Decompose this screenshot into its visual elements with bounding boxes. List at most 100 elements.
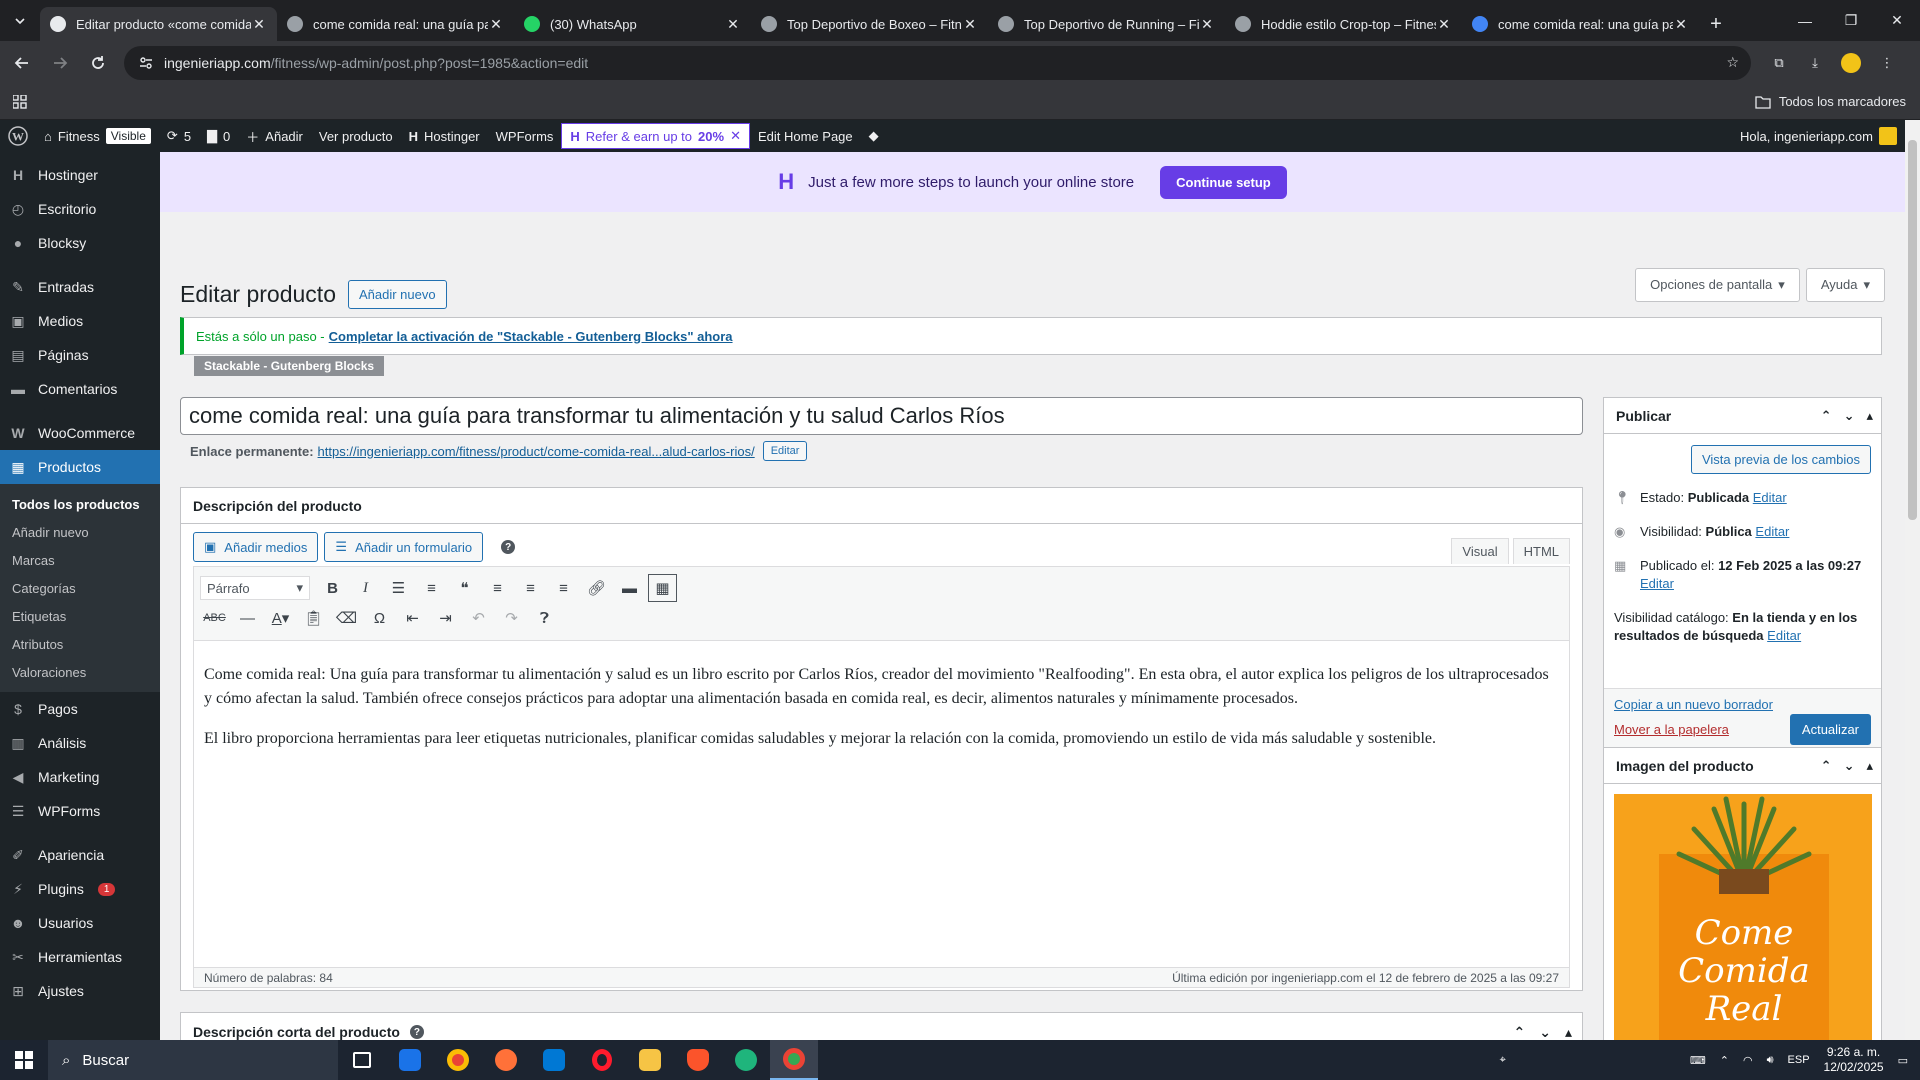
- file-explorer-icon[interactable]: [626, 1040, 674, 1080]
- product-image[interactable]: Come Comida Real: [1614, 794, 1872, 1053]
- link-icon[interactable]: 🔗︎: [582, 574, 611, 602]
- comments-button[interactable]: ▇ 0: [199, 120, 238, 152]
- chevron-up-icon[interactable]: ⌃: [1821, 408, 1832, 424]
- submenu-reviews[interactable]: Valoraciones: [0, 658, 160, 686]
- submenu-all-products[interactable]: Todos los productos: [0, 490, 160, 518]
- format-select[interactable]: Párrafo ▾: [200, 576, 310, 600]
- address-bar[interactable]: ingenieriapp.com/fitness/wp-admin/post.p…: [124, 45, 1751, 80]
- menu-item-wpforms[interactable]: ☰ WPForms: [0, 794, 160, 828]
- hostinger-menu[interactable]: H Hostinger: [401, 120, 488, 152]
- collapse-arrow-icon[interactable]: ▴: [1565, 1024, 1572, 1041]
- add-new-button[interactable]: ＋ Añadir: [238, 120, 311, 152]
- move-to-trash-link[interactable]: Mover a la papelera: [1614, 722, 1729, 737]
- close-icon[interactable]: ✕: [962, 16, 978, 33]
- apps-grid-icon[interactable]: [0, 94, 40, 109]
- edge-app-icon[interactable]: [722, 1040, 770, 1080]
- menu-item-products[interactable]: ▦ Productos: [0, 450, 160, 484]
- chevron-down-icon[interactable]: ⌄: [1844, 408, 1855, 424]
- menu-item-appearance[interactable]: ✐ Apariencia: [0, 838, 160, 872]
- profile-avatar[interactable]: [1833, 47, 1869, 79]
- edit-date-link[interactable]: Editar: [1640, 576, 1674, 591]
- text-color-icon[interactable]: A ▾: [266, 604, 295, 632]
- menu-item-users[interactable]: ☻ Usuarios: [0, 906, 160, 940]
- chevron-down-icon[interactable]: ⌄: [1539, 1024, 1551, 1041]
- numbered-list-icon[interactable]: ≡: [417, 574, 446, 602]
- read-more-icon[interactable]: ▬: [615, 574, 644, 602]
- submenu-tags[interactable]: Etiquetas: [0, 602, 160, 630]
- menu-item-tools[interactable]: ✂ Herramientas: [0, 940, 160, 974]
- site-info-icon[interactable]: [138, 55, 154, 71]
- submenu-brands[interactable]: Marcas: [0, 546, 160, 574]
- close-icon[interactable]: ✕: [488, 16, 504, 33]
- wifi-icon[interactable]: ◠: [1743, 1054, 1753, 1067]
- align-center-icon[interactable]: ≡: [516, 574, 545, 602]
- copy-to-draft-link[interactable]: Copiar a un nuevo borrador: [1614, 697, 1773, 712]
- menu-item-blocksy[interactable]: ● Blocksy: [0, 226, 160, 260]
- preview-changes-button[interactable]: Vista previa de los cambios: [1690, 445, 1871, 474]
- horizontal-line-icon[interactable]: —: [233, 604, 262, 632]
- taskbar-search[interactable]: ⌕ Buscar: [48, 1040, 338, 1080]
- editor-content[interactable]: Come comida real: Una guía para transfor…: [194, 641, 1569, 751]
- help-icon[interactable]: ?: [501, 540, 516, 554]
- undo-icon[interactable]: ↶: [464, 604, 493, 632]
- touch-keyboard-icon[interactable]: ⌨: [1690, 1054, 1706, 1067]
- clock[interactable]: 9:26 a. m. 12/02/2025: [1824, 1045, 1884, 1075]
- menu-item-posts[interactable]: ✎ Entradas: [0, 270, 160, 304]
- notifications-icon[interactable]: ▭: [1898, 1054, 1908, 1067]
- chevron-up-icon[interactable]: ⌃: [1514, 1024, 1526, 1041]
- screen-options-button[interactable]: Opciones de pantalla ▾: [1635, 268, 1800, 302]
- firefox-app-icon[interactable]: [482, 1040, 530, 1080]
- site-name-button[interactable]: ⌂ Fitness Visible: [36, 120, 159, 152]
- minimize-button[interactable]: —: [1782, 0, 1828, 41]
- edit-status-link[interactable]: Editar: [1753, 490, 1787, 505]
- restore-button[interactable]: ❐: [1828, 0, 1874, 41]
- special-character-icon[interactable]: Ω: [365, 604, 394, 632]
- close-icon[interactable]: ✕: [1673, 16, 1689, 33]
- brave-app-icon[interactable]: [674, 1040, 722, 1080]
- strikethrough-icon[interactable]: ABC: [200, 604, 229, 632]
- updates-button[interactable]: ⟳ 5: [159, 120, 199, 152]
- menu-item-plugins[interactable]: ⚡ Plugins 1: [0, 872, 160, 906]
- help-icon[interactable]: ?: [409, 1025, 424, 1039]
- location-icon[interactable]: ⌖: [1500, 1054, 1506, 1067]
- product-title-input[interactable]: come comida real: una guía para transfor…: [180, 397, 1583, 435]
- keyboard-help-icon[interactable]: ❓︎: [530, 604, 559, 632]
- edit-visibility-link[interactable]: Editar: [1755, 524, 1789, 539]
- volume-icon[interactable]: 🔊︎: [1767, 1054, 1774, 1067]
- bold-icon[interactable]: B: [318, 574, 347, 602]
- indent-icon[interactable]: ⇥: [431, 604, 460, 632]
- browser-tab[interactable]: come comida real: una guía para... ✕: [1462, 7, 1699, 41]
- edit-permalink-button[interactable]: Editar: [762, 441, 808, 461]
- help-button[interactable]: Ayuda ▾: [1805, 268, 1885, 302]
- align-right-icon[interactable]: ≡: [549, 574, 578, 602]
- download-icon[interactable]: ⤓: [1797, 47, 1833, 79]
- align-left-icon[interactable]: ≡: [483, 574, 512, 602]
- submenu-categories[interactable]: Categorías: [0, 574, 160, 602]
- add-form-button[interactable]: ☰ Añadir un formulario: [324, 532, 484, 562]
- bullet-list-icon[interactable]: ☰: [384, 574, 413, 602]
- add-new-product-button[interactable]: Añadir nuevo: [347, 280, 447, 309]
- menu-kebab-icon[interactable]: ⋮: [1869, 47, 1905, 79]
- menu-item-hostinger[interactable]: H Hostinger: [0, 158, 160, 192]
- close-icon[interactable]: ✕: [251, 16, 267, 33]
- redo-icon[interactable]: ↷: [497, 604, 526, 632]
- outdent-icon[interactable]: ⇤: [398, 604, 427, 632]
- page-scrollbar[interactable]: [1905, 120, 1920, 1040]
- reload-button[interactable]: [82, 47, 114, 79]
- edit-catalog-link[interactable]: Editar: [1767, 628, 1801, 643]
- browser-tab[interactable]: Hoddie estilo Crop-top – Fitness ✕: [1225, 7, 1462, 41]
- menu-item-payments[interactable]: $ Pagos: [0, 692, 160, 726]
- browser-tab[interactable]: Editar producto «come comida real: una g…: [40, 7, 277, 41]
- collapse-arrow-icon[interactable]: ▴: [1866, 758, 1873, 774]
- chrome-app-icon[interactable]: [434, 1040, 482, 1080]
- toolbar-toggle-icon[interactable]: ▦: [648, 574, 677, 602]
- submenu-add-new[interactable]: Añadir nuevo: [0, 518, 160, 546]
- menu-item-marketing[interactable]: ◀ Marketing: [0, 760, 160, 794]
- browser-tab[interactable]: Top Deportivo de Running – Fitness ✕: [988, 7, 1225, 41]
- mail-app-icon[interactable]: [386, 1040, 434, 1080]
- menu-item-settings[interactable]: ⊞ Ajustes: [0, 974, 160, 1008]
- diamond-icon[interactable]: ◆: [861, 120, 887, 152]
- update-button[interactable]: Actualizar: [1789, 714, 1871, 745]
- submenu-attributes[interactable]: Atributos: [0, 630, 160, 658]
- chevron-up-icon[interactable]: ⌃: [1720, 1054, 1729, 1067]
